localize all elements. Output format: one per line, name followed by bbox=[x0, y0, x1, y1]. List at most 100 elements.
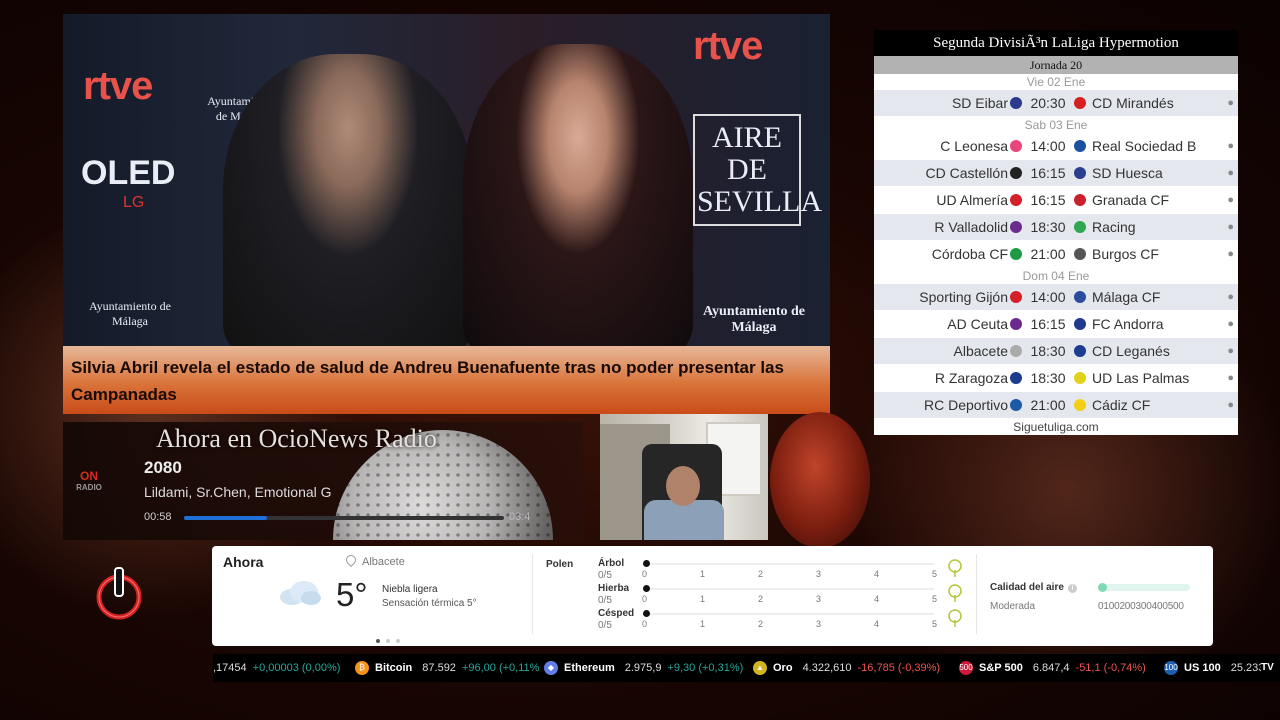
pollen-scale-tick: 3 bbox=[816, 569, 822, 579]
liga-jornada: Jornada 20 bbox=[874, 56, 1238, 74]
tv-pin-icon[interactable]: ● bbox=[1227, 187, 1234, 213]
weather-location[interactable]: Albacete bbox=[343, 552, 405, 568]
away-crest-icon bbox=[1074, 291, 1086, 303]
pollen-level-dot bbox=[643, 560, 650, 567]
location-pin-icon bbox=[343, 552, 359, 568]
progress-fill bbox=[184, 516, 268, 520]
pollen-track bbox=[644, 613, 934, 615]
home-crest-icon bbox=[1010, 318, 1022, 330]
tv-pin-icon[interactable]: ● bbox=[1227, 241, 1234, 267]
fixture-row[interactable]: R Valladolid 18:30 Racing ● bbox=[874, 214, 1238, 241]
current-time: 00:58 bbox=[144, 511, 172, 523]
tv-pin-icon[interactable]: ● bbox=[1227, 90, 1234, 116]
market-ticker: ,17454 +0,00003 (0,00%) ₿ Bitcoin 87.592 +96,… bbox=[213, 654, 1280, 682]
location-name: Albacete bbox=[362, 556, 405, 568]
home-crest-icon bbox=[1010, 345, 1022, 357]
fixture-row[interactable]: R Zaragoza 18:30 UD Las Palmas ● bbox=[874, 365, 1238, 392]
home-team: Córdoba CF bbox=[931, 246, 1008, 262]
home-crest-icon bbox=[1010, 221, 1022, 233]
weather-condition: Niebla ligera bbox=[382, 584, 438, 595]
away-crest-icon bbox=[1074, 221, 1086, 233]
fixture-row[interactable]: Sporting Gijón 14:00 Málaga CF ● bbox=[874, 284, 1238, 311]
pollen-level-dot bbox=[643, 585, 650, 592]
carousel-dots[interactable] bbox=[376, 630, 406, 648]
tv-pin-icon[interactable]: ● bbox=[1227, 311, 1234, 337]
pollen-value: 0/5 bbox=[598, 595, 612, 606]
carousel-dot[interactable] bbox=[396, 639, 400, 643]
news-headline[interactable]: Silvia Abril revela el estado de salud d… bbox=[71, 354, 810, 408]
lg-logo: LG bbox=[123, 194, 145, 211]
radio-heading: Ahora en OcioNews Radio bbox=[156, 424, 437, 453]
ticker-item[interactable]: ,17454 +0,00003 (0,00%) bbox=[213, 654, 340, 682]
pollen-track bbox=[644, 563, 934, 565]
fixture-row[interactable]: Albacete 18:30 CD Leganés ● bbox=[874, 338, 1238, 365]
tv-pin-icon[interactable]: ● bbox=[1227, 133, 1234, 159]
track-duration: 03:4 bbox=[509, 511, 531, 523]
asset-icon: ◆ bbox=[544, 661, 558, 676]
webcam-person-body bbox=[644, 500, 724, 540]
fixture-row[interactable]: RC Deportivo 21:00 Cádiz CF ● bbox=[874, 392, 1238, 419]
tv-pin-icon[interactable]: ● bbox=[1227, 365, 1234, 391]
away-crest-icon bbox=[1074, 318, 1086, 330]
tv-pin-icon[interactable]: ● bbox=[1227, 284, 1234, 310]
ticker-item[interactable]: 500 S&P 500 6.847,4 -51,1 (-0,74%) bbox=[959, 654, 1146, 682]
asset-change: +9,30 (+0,31%) bbox=[667, 662, 744, 674]
weather-now-label: Ahora bbox=[223, 554, 264, 570]
ticker-item[interactable]: 100 US 100 25.233 bbox=[1164, 654, 1270, 682]
fixture-row[interactable]: SD Eibar 20:30 CD Mirandés ● bbox=[874, 90, 1238, 117]
home-team: UD Almería bbox=[936, 192, 1008, 208]
kickoff-time: 14:00 bbox=[1030, 289, 1066, 305]
home-crest-icon bbox=[1010, 194, 1022, 206]
home-crest-icon bbox=[1010, 291, 1022, 303]
track-title: 2080 bbox=[144, 458, 182, 477]
info-icon[interactable]: i bbox=[1067, 584, 1077, 593]
tradingview-logo[interactable]: TV bbox=[1261, 654, 1280, 682]
ayuntamiento-logo: Ayuntamiento de Málaga bbox=[702, 304, 806, 335]
tv-pin-icon[interactable]: ● bbox=[1227, 338, 1234, 364]
pollen-level-dot bbox=[643, 610, 650, 617]
fixture-row[interactable]: AD Ceuta 16:15 FC Andorra ● bbox=[874, 311, 1238, 338]
liga-footer-link[interactable]: Siguetuliga.com bbox=[874, 419, 1238, 435]
kickoff-time: 21:00 bbox=[1030, 397, 1066, 413]
fixture-date: Vie 02 Ene bbox=[874, 74, 1238, 90]
pollen-value: 0/5 bbox=[598, 570, 612, 581]
asset-change: +0,00003 (0,00%) bbox=[252, 662, 341, 674]
fixture-row[interactable]: CD Castellón 16:15 SD Huesca ● bbox=[874, 160, 1238, 187]
air-quality-status: Moderada bbox=[990, 601, 1036, 612]
fixture-row[interactable]: UD Almería 16:15 Granada CF ● bbox=[874, 187, 1238, 214]
carousel-dot[interactable] bbox=[376, 639, 380, 643]
ticker-item[interactable]: ₿ Bitcoin 87.592 +96,00 (+0,11% bbox=[355, 654, 539, 682]
ticker-item[interactable]: ▲ Oro 4.322,610 -16,785 (-0,39%) bbox=[753, 654, 940, 682]
ayuntamiento-logo: Ayuntamiento de Málaga bbox=[89, 299, 171, 328]
home-team: C Leonesa bbox=[940, 138, 1008, 154]
fixture-date: Sab 03 Ene bbox=[874, 117, 1238, 133]
kickoff-time: 18:30 bbox=[1030, 370, 1066, 386]
news-panel[interactable]: rtve rtve OLED LG AIRE DE SEVILLA Ayunta… bbox=[63, 14, 830, 414]
tv-pin-icon[interactable]: ● bbox=[1227, 214, 1234, 240]
air-quality-bar bbox=[1098, 584, 1190, 591]
away-crest-icon bbox=[1074, 97, 1086, 109]
asset-name: US 100 bbox=[1184, 662, 1221, 674]
tv-pin-icon[interactable]: ● bbox=[1227, 160, 1234, 186]
asset-change: -16,785 (-0,39%) bbox=[857, 662, 941, 674]
ticker-item[interactable]: ◆ Ethereum 2.975,9 +9,30 (+0,31%) bbox=[544, 654, 743, 682]
fixture-row[interactable]: Córdoba CF 21:00 Burgos CF ● bbox=[874, 241, 1238, 268]
asset-price: 25.233 bbox=[1230, 662, 1265, 674]
fixture-row[interactable]: C Leonesa 14:00 Real Sociedad B ● bbox=[874, 133, 1238, 160]
feels-like: Sensación térmica 5° bbox=[382, 598, 477, 609]
power-icon[interactable] bbox=[94, 566, 144, 622]
air-quality-title: Calidad del aire i bbox=[990, 582, 1077, 593]
person-man bbox=[223, 54, 473, 354]
home-team: R Zaragoza bbox=[934, 370, 1008, 386]
progress-bar[interactable] bbox=[184, 516, 504, 520]
carousel-dot[interactable] bbox=[386, 639, 390, 643]
home-team: CD Castellón bbox=[925, 165, 1008, 181]
asset-name: Bitcoin bbox=[375, 662, 413, 674]
lawn-icon bbox=[948, 609, 962, 627]
tv-pin-icon[interactable]: ● bbox=[1227, 392, 1234, 418]
away-crest-icon bbox=[1074, 140, 1086, 152]
liga-title: Segunda DivisiÃ³n LaLiga Hypermotion bbox=[874, 30, 1238, 56]
asset-name: Oro bbox=[773, 662, 793, 674]
home-crest-icon bbox=[1010, 372, 1022, 384]
away-crest-icon bbox=[1074, 194, 1086, 206]
